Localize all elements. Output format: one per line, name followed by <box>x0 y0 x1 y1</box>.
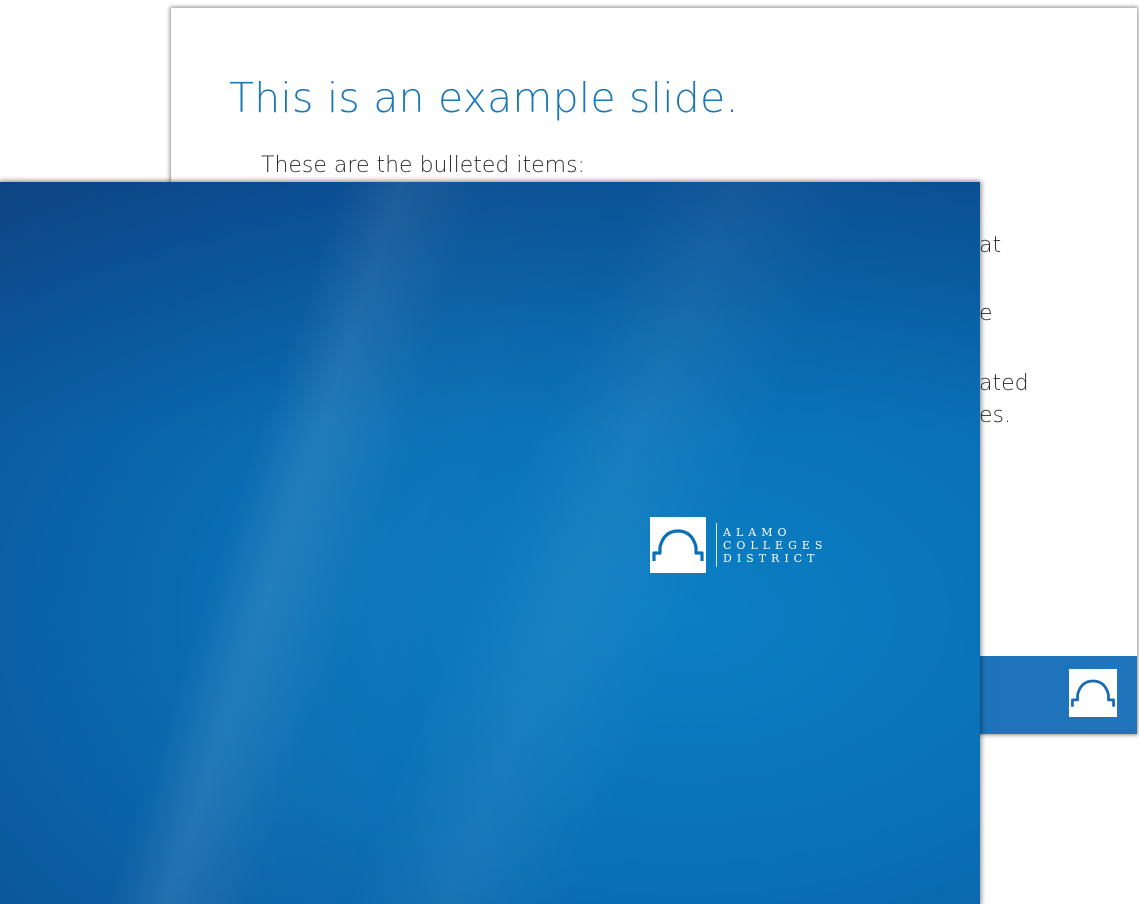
title-slide: ALAMO COLLEGES DISTRICT <box>0 182 980 904</box>
logo-line-3: DISTRICT <box>723 551 820 565</box>
bullet-fragment: e <box>979 301 993 326</box>
bullet-fragment: ated <box>979 371 1029 396</box>
logo-line-1: ALAMO <box>723 525 792 539</box>
bullet-intro-text: These are the bulleted items: <box>261 153 585 178</box>
bullet-fragment: es. <box>979 403 1011 428</box>
logo-line-2: COLLEGES <box>723 538 828 552</box>
arch-icon <box>650 517 706 573</box>
bullet-fragment: at <box>979 233 1002 258</box>
alamo-colleges-logo: ALAMO COLLEGES DISTRICT <box>650 517 827 573</box>
slide-title: This is an example slide. <box>229 74 739 122</box>
arch-icon <box>1069 669 1117 717</box>
slides-stage: This is an example slide. These are the … <box>0 0 1139 904</box>
logo-divider <box>716 523 717 567</box>
logo-wordmark: ALAMO COLLEGES DISTRICT <box>723 526 827 565</box>
